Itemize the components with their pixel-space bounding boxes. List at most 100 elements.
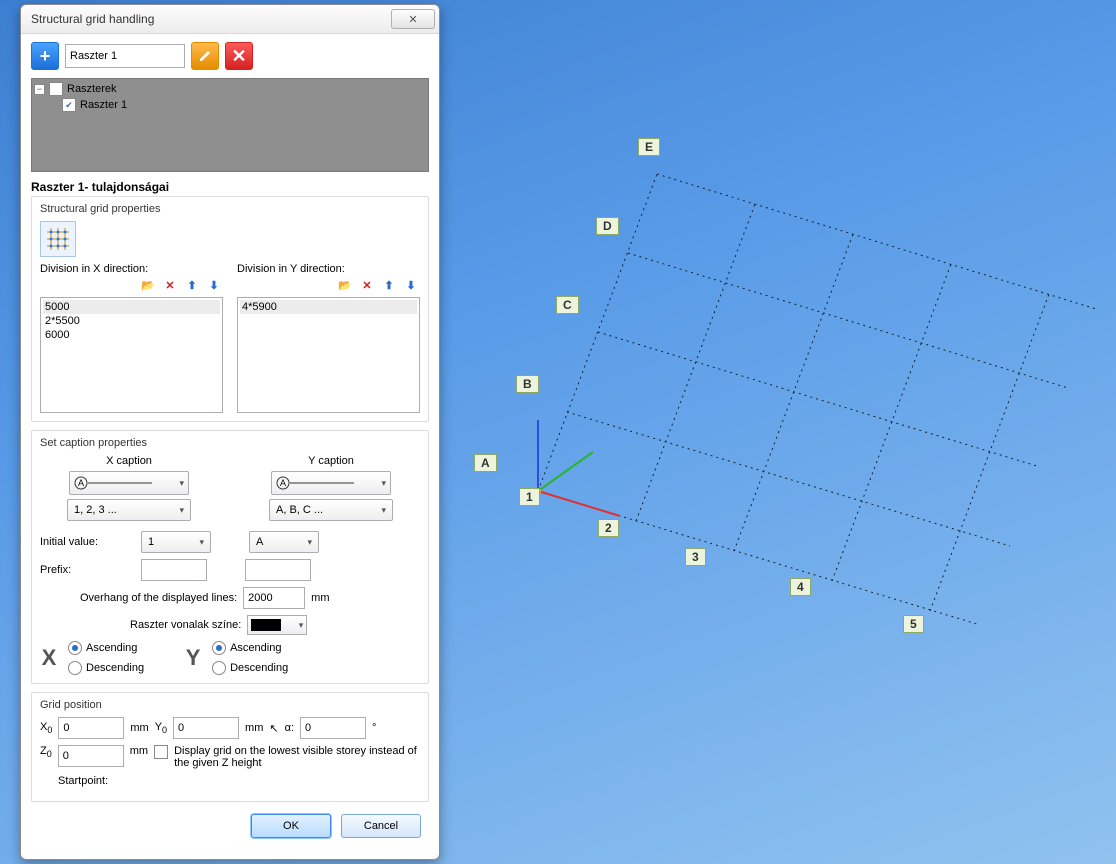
y-sequence-value: A, B, C ... — [276, 504, 323, 516]
x-caption-style-combo[interactable]: A ▾ — [69, 471, 189, 495]
division-x-down-button[interactable]: ⬇ — [205, 277, 223, 295]
grid-label-x2: 2 — [598, 519, 619, 537]
tree-collapse-icon[interactable]: − — [34, 84, 45, 95]
folder-icon: 📂 — [338, 281, 352, 292]
grid-label-yD: D — [596, 217, 619, 235]
y-prefix-input[interactable] — [245, 559, 311, 581]
radio-icon — [68, 661, 82, 675]
chevron-down-icon: ▾ — [381, 478, 386, 489]
titlebar[interactable]: Structural grid handling ✕ — [21, 5, 439, 34]
lowest-storey-checkbox[interactable] — [154, 745, 168, 759]
structural-grid-group: Structural grid properties Division in X… — [31, 196, 429, 422]
division-y-label: Division in Y direction: — [237, 263, 420, 275]
division-y-open-button[interactable]: 📂 — [336, 277, 354, 295]
grid-position-legend: Grid position — [40, 699, 420, 711]
raster-tree[interactable]: − Raszterek Raszter 1 — [31, 78, 429, 172]
folder-icon: 📂 — [141, 281, 155, 292]
list-item[interactable]: 4*5900 — [240, 300, 417, 314]
chevron-down-icon: ▾ — [299, 620, 304, 631]
division-y-list[interactable]: 4*5900 — [237, 297, 420, 413]
add-raster-button[interactable]: + — [31, 42, 59, 70]
caption-properties-group: Set caption properties X caption A ▾ 1, … — [31, 430, 429, 684]
chevron-down-icon: ▾ — [179, 505, 184, 516]
grid-label-yE: E — [638, 138, 660, 156]
color-swatch — [251, 619, 281, 631]
arrow-down-icon: ⬇ — [406, 281, 415, 292]
structural-grid-legend: Structural grid properties — [40, 203, 420, 215]
x-prefix-input[interactable] — [141, 559, 207, 581]
x-initial-combo[interactable]: 1▾ — [141, 531, 211, 553]
y-ascending-radio[interactable]: Ascending — [212, 641, 288, 655]
y-descending-radio[interactable]: Descending — [212, 661, 288, 675]
division-y-delete-button[interactable]: ✕ — [358, 277, 376, 295]
radio-icon — [212, 661, 226, 675]
tree-root-checkbox[interactable] — [49, 82, 63, 96]
tree-root[interactable]: − Raszterek — [34, 81, 426, 97]
y-ascending-label: Ascending — [230, 642, 281, 654]
division-x-delete-button[interactable]: ✕ — [161, 277, 179, 295]
grid-label-x3: 3 — [685, 548, 706, 566]
arrow-down-icon: ⬇ — [209, 281, 218, 292]
chevron-down-icon: ▾ — [199, 537, 204, 548]
edit-raster-button[interactable] — [191, 42, 219, 70]
svg-text:A: A — [280, 478, 286, 488]
division-x-list[interactable]: 5000 2*5500 6000 — [40, 297, 223, 413]
tree-item-raster1[interactable]: Raszter 1 — [62, 97, 426, 113]
pick-point-button[interactable]: ↖ — [269, 722, 278, 735]
division-x-open-button[interactable]: 📂 — [139, 277, 157, 295]
z0-label: Z0 — [40, 745, 52, 759]
y-caption-style-combo[interactable]: A ▾ — [271, 471, 391, 495]
cancel-button[interactable]: Cancel — [341, 814, 421, 838]
properties-heading: Raszter 1- tulajdonságai — [31, 180, 429, 194]
y0-input[interactable] — [173, 717, 239, 739]
close-icon: ✕ — [408, 13, 417, 26]
list-item[interactable]: 2*5500 — [43, 314, 220, 328]
raster-name-input[interactable] — [65, 44, 185, 68]
z0-input[interactable] — [58, 745, 124, 767]
y-axis-symbol: Y — [184, 645, 202, 671]
x-icon: ✕ — [165, 281, 174, 292]
y-sequence-combo[interactable]: A, B, C ...▾ — [269, 499, 393, 521]
initial-value-label: Initial value: — [40, 536, 135, 548]
list-item[interactable]: 5000 — [43, 300, 220, 314]
structural-grid-dialog: Structural grid handling ✕ + ✕ − Raszter… — [20, 4, 440, 860]
grid-label-yC: C — [556, 296, 579, 314]
list-item[interactable]: 6000 — [43, 328, 220, 342]
overhang-input[interactable] — [243, 587, 305, 609]
division-x-label: Division in X direction: — [40, 263, 223, 275]
x0-label: X0 — [40, 721, 52, 735]
ok-button[interactable]: OK — [251, 814, 331, 838]
x-descending-label: Descending — [86, 662, 144, 674]
chevron-down-icon: ▾ — [307, 537, 312, 548]
x-caption-label: X caption — [106, 455, 152, 467]
close-button[interactable]: ✕ — [391, 9, 435, 29]
caption-legend: Set caption properties — [40, 437, 420, 449]
y-caption-label: Y caption — [308, 455, 354, 467]
arrow-up-icon: ⬆ — [384, 281, 393, 292]
overhang-unit: mm — [311, 592, 329, 604]
grid-position-group: Grid position X0 mm Y0 mm ↖ α: ° Z0 mm D… — [31, 692, 429, 802]
y-initial-value: A — [256, 536, 263, 548]
alpha-input[interactable] — [300, 717, 366, 739]
division-x-up-button[interactable]: ⬆ — [183, 277, 201, 295]
delete-raster-button[interactable]: ✕ — [225, 42, 253, 70]
linecolor-combo[interactable]: ▾ — [247, 615, 307, 635]
pencil-icon — [198, 49, 212, 63]
radio-icon — [68, 641, 82, 655]
division-y-down-button[interactable]: ⬇ — [402, 277, 420, 295]
x-sequence-combo[interactable]: 1, 2, 3 ...▾ — [67, 499, 191, 521]
svg-text:A: A — [78, 478, 84, 488]
x0-input[interactable] — [58, 717, 124, 739]
grid-label-x4: 4 — [790, 578, 811, 596]
division-y-up-button[interactable]: ⬆ — [380, 277, 398, 295]
y-initial-combo[interactable]: A▾ — [249, 531, 319, 553]
x-descending-radio[interactable]: Descending — [68, 661, 144, 675]
x0-unit: mm — [130, 722, 148, 734]
radio-icon — [212, 641, 226, 655]
grid-label-yA: A — [474, 454, 497, 472]
caption-style-icon: A — [276, 476, 356, 490]
tree-item-label: Raszter 1 — [80, 99, 127, 111]
x-ascending-radio[interactable]: Ascending — [68, 641, 144, 655]
tree-item-checkbox[interactable] — [62, 98, 76, 112]
grid-type-button[interactable] — [40, 221, 76, 257]
